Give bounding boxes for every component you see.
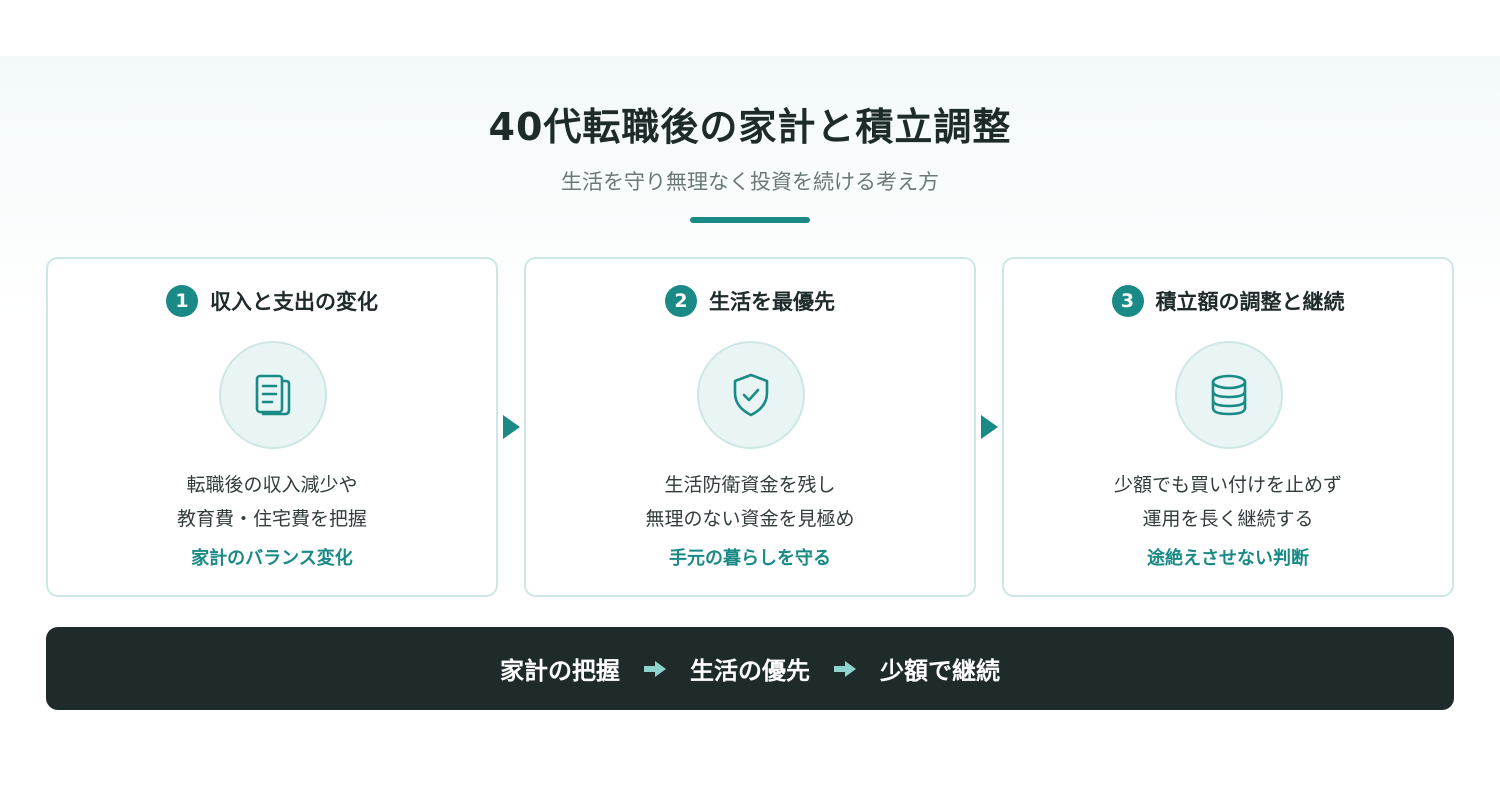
step-tagline: 途絶えさせない判断: [1147, 548, 1309, 569]
flow-item-understand: 家計の把握: [500, 657, 620, 685]
flow-item-priority: 生活の優先: [690, 657, 810, 685]
icon-circle: [219, 341, 327, 449]
database-icon: [1211, 374, 1247, 416]
page-subtitle: 生活を守り無理なく投資を続ける考え方: [561, 170, 939, 194]
step-arrow-icon: [503, 415, 520, 439]
step-description-line-2: 運用を長く継続する: [1142, 508, 1314, 530]
right-arrow-icon: [832, 659, 858, 679]
step-card-1: 1 収入と支出の変化 転職後の収入減少や 教育費・住宅費を把握 家計のバランス変…: [46, 257, 498, 597]
icon-circle: [697, 341, 805, 449]
title-underline: [690, 217, 810, 223]
step-description-line-1: 転職後の収入減少や: [186, 474, 358, 496]
step-number-badge: 1: [166, 285, 198, 317]
step-arrow-icon: [981, 415, 998, 439]
right-arrow-icon: [642, 659, 668, 679]
step-card-2: 2 生活を最優先 生活防衛資金を残し 無理のない資金を見極め 手元の暮らしを守る: [524, 257, 976, 597]
flow-item-continue: 少額で継続: [880, 657, 1000, 685]
step-tagline: 手元の暮らしを守る: [669, 548, 831, 569]
step-title: 生活を最優先: [709, 290, 835, 314]
step-card-header: 2 生活を最優先: [526, 285, 974, 317]
step-tagline: 家計のバランス変化: [191, 548, 353, 569]
step-description-line-2: 無理のない資金を見極め: [645, 508, 855, 530]
step-description-line-2: 教育費・住宅費を把握: [176, 508, 367, 530]
step-card-3: 3 積立額の調整と継続 少額でも買い付けを止めず 運用を長く継続する 途絶えさせ…: [1002, 257, 1454, 597]
step-card-header: 1 収入と支出の変化: [48, 285, 496, 317]
page-title: 40代転職後の家計と積立調整: [488, 105, 1012, 149]
step-description-line-1: 生活防衛資金を残し: [664, 474, 836, 496]
step-description-line-1: 少額でも買い付けを止めず: [1113, 474, 1342, 496]
step-card-header: 3 積立額の調整と継続: [1004, 285, 1452, 317]
icon-circle: [1175, 341, 1283, 449]
step-number-badge: 3: [1111, 285, 1144, 317]
step-number-badge: 2: [665, 285, 697, 317]
step-title: 収入と支出の変化: [210, 290, 378, 314]
document-icon: [255, 374, 291, 416]
step-title: 積立額の調整と継続: [1155, 290, 1345, 314]
summary-flow-bar: 家計の把握 生活の優先 少額で継続: [46, 627, 1454, 710]
shield-check-icon: [733, 373, 769, 417]
